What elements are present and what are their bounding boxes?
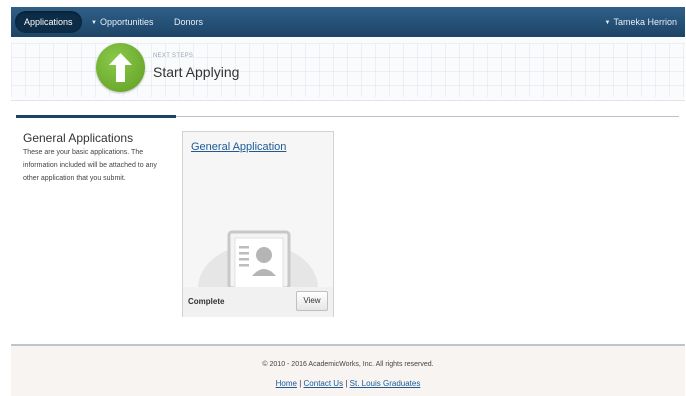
nav-opportunities-label: Opportunities bbox=[99, 17, 154, 27]
profile-document-icon bbox=[198, 230, 318, 288]
user-menu[interactable]: ▼ Tameka Herrion bbox=[605, 7, 677, 37]
copyright-text: © 2010 - 2016 AcademicWorks, Inc. All ri… bbox=[262, 361, 434, 368]
general-application-link[interactable]: General Application bbox=[191, 141, 286, 153]
section-title: General Applications bbox=[23, 131, 134, 145]
section-description: These are your basic applications. The i… bbox=[23, 149, 157, 182]
view-button[interactable]: View bbox=[296, 291, 328, 311]
nav-opportunities-menu[interactable]: ▼ Opportunities bbox=[91, 7, 153, 37]
up-arrow-icon bbox=[96, 43, 145, 92]
footer-home-link[interactable]: Home bbox=[276, 379, 297, 388]
page-footer: © 2010 - 2016 AcademicWorks, Inc. All ri… bbox=[11, 344, 685, 396]
footer-separator: | bbox=[299, 379, 302, 388]
nav-donors-link[interactable]: Donors bbox=[174, 7, 203, 37]
section-divider-accent bbox=[16, 115, 176, 118]
application-card: General Application Complete View bbox=[182, 131, 334, 317]
application-status: Complete bbox=[188, 297, 225, 306]
nav-applications-tab[interactable]: Applications bbox=[15, 11, 82, 33]
footer-contact-us-link[interactable]: Contact Us bbox=[304, 379, 344, 388]
caret-down-icon: ▼ bbox=[91, 20, 97, 26]
next-steps-banner: NEXT STEPS Start Applying bbox=[11, 37, 685, 101]
page-title: Start Applying bbox=[153, 64, 240, 80]
footer-separator: | bbox=[345, 379, 348, 388]
footer-st-louis-graduates-link[interactable]: St. Louis Graduates bbox=[350, 379, 421, 388]
section-divider bbox=[176, 116, 679, 117]
footer-links: Home | Contact Us | St. Louis Graduates bbox=[11, 379, 685, 388]
next-steps-label: NEXT STEPS bbox=[153, 53, 194, 59]
user-name: Tameka Herrion bbox=[613, 17, 677, 27]
caret-down-icon: ▼ bbox=[604, 20, 611, 26]
card-footer: Complete View bbox=[183, 287, 333, 317]
top-navbar: Applications ▼ Opportunities Donors ▼ Tame… bbox=[11, 7, 685, 37]
